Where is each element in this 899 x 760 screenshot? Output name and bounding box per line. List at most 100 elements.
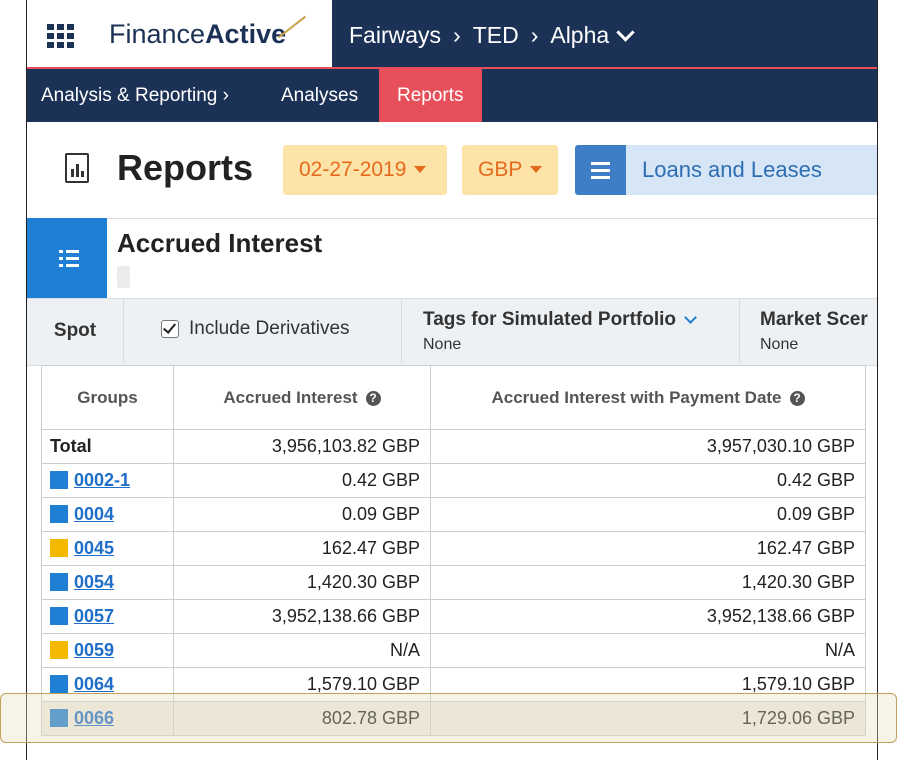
help-icon[interactable]: ? <box>789 390 805 406</box>
with-payment-cell: N/A <box>430 633 866 668</box>
with-payment-cell: 3,957,030.10 GBP <box>430 429 866 464</box>
group-cell: 0004 <box>41 497 174 532</box>
group-color-swatch <box>50 641 68 659</box>
with-payment-cell: 3,952,138.66 GBP <box>430 599 866 634</box>
market-scenario-label[interactable]: Market Scer <box>760 309 868 331</box>
table-row: 0064 1,579.10 GBP 1,579.10 GBP <box>41 667 866 702</box>
filters-bar: Spot Include Derivatives Tags for Simula… <box>27 298 877 366</box>
tags-filter-value: None <box>423 336 462 353</box>
accrued-cell: 1,579.10 GBP <box>173 667 431 702</box>
breadcrumb-item[interactable]: Fairways <box>349 22 441 48</box>
hamburger-icon <box>591 162 610 165</box>
caret-down-icon <box>414 166 427 173</box>
group-cell: 0054 <box>41 565 174 600</box>
app-frame: FinanceActive Fairways › TED › Alpha Analysi… <box>26 0 878 760</box>
column-header-accrued-interest[interactable]: Accrued Interest? <box>173 365 431 430</box>
tags-filter-label[interactable]: Tags for Simulated Portfolio <box>423 309 697 331</box>
with-payment-cell: 1,420.30 GBP <box>430 565 866 600</box>
group-color-swatch <box>50 675 68 693</box>
group-link[interactable]: 0054 <box>74 572 114 592</box>
market-scenario-value: None <box>760 336 799 353</box>
spot-tab[interactable]: Spot <box>27 299 124 363</box>
with-payment-cell: 1,579.10 GBP <box>430 667 866 702</box>
include-derivatives-label[interactable]: Include Derivatives <box>189 318 350 340</box>
table-row: 0059 N/A N/A <box>41 633 866 668</box>
group-cell: Total <box>41 429 174 464</box>
accrued-cell: 3,956,103.82 GBP <box>173 429 431 464</box>
breadcrumb: Fairways › TED › Alpha <box>349 22 635 49</box>
table-row-total: Total 3,956,103.82 GBP 3,957,030.10 GBP <box>41 429 866 464</box>
breadcrumb-item[interactable]: Alpha <box>550 22 609 48</box>
list-toggle-button[interactable] <box>27 218 107 298</box>
group-link[interactable]: 0057 <box>74 606 114 626</box>
accrued-cell: N/A <box>173 633 431 668</box>
report-chart-icon <box>65 153 89 183</box>
accrued-cell: 0.09 GBP <box>173 497 431 532</box>
breadcrumb-separator: › <box>530 22 539 48</box>
group-cell: 0059 <box>41 633 174 668</box>
group-link[interactable]: 0064 <box>74 674 114 694</box>
nav-tab-analyses[interactable]: Analyses <box>281 69 358 122</box>
group-color-swatch <box>50 573 68 591</box>
accrued-cell: 802.78 GBP <box>173 701 431 736</box>
accrued-cell: 3,952,138.66 GBP <box>173 599 431 634</box>
accrued-interest-table: Groups Accrued Interest? Accrued Interes… <box>41 365 866 736</box>
table-row: 0057 3,952,138.66 GBP 3,952,138.66 GBP <box>41 599 866 634</box>
page-title: Reports <box>117 147 254 188</box>
analysis-subtitle-placeholder <box>117 266 130 288</box>
date-dropdown[interactable]: 02-27-2019 <box>283 145 447 195</box>
group-cell: 0045 <box>41 531 174 566</box>
table-row: 0066 802.78 GBP 1,729.06 GBP <box>41 701 866 736</box>
filter-divider <box>401 299 402 363</box>
chevron-down-icon <box>684 311 697 324</box>
brand-logo[interactable]: FinanceActive <box>109 19 286 50</box>
breadcrumb-item[interactable]: TED <box>473 22 519 48</box>
group-link[interactable]: 0002-1 <box>74 470 130 490</box>
portfolio-selector[interactable]: Loans and Leases <box>626 145 877 195</box>
nav-tab-reports[interactable]: Reports <box>379 69 482 122</box>
group-link[interactable]: 0059 <box>74 640 114 660</box>
portfolio-menu-button[interactable] <box>575 145 626 195</box>
brand-light: Finance <box>109 19 206 49</box>
app-grid-icon[interactable] <box>47 24 74 48</box>
with-payment-cell: 162.47 GBP <box>430 531 866 566</box>
chevron-down-icon[interactable] <box>616 23 635 42</box>
table-row: 0004 0.09 GBP 0.09 GBP <box>41 497 866 532</box>
filter-divider <box>739 299 740 363</box>
group-color-swatch <box>50 505 68 523</box>
table-row: 0045 162.47 GBP 162.47 GBP <box>41 531 866 566</box>
nav-section-analysis-reporting[interactable]: Analysis & Reporting › <box>41 69 229 122</box>
analysis-title: Accrued Interest <box>117 228 323 258</box>
nav-bar: Analysis & Reporting › Analyses Reports <box>27 69 877 122</box>
breadcrumb-separator: › <box>453 22 461 48</box>
with-payment-cell: 0.09 GBP <box>430 497 866 532</box>
table-row: 0054 1,420.30 GBP 1,420.30 GBP <box>41 565 866 600</box>
column-header-accrued-interest-payment-date[interactable]: Accrued Interest with Payment Date? <box>430 365 866 430</box>
accrued-cell: 1,420.30 GBP <box>173 565 431 600</box>
group-color-swatch <box>50 607 68 625</box>
column-header-groups[interactable]: Groups <box>41 365 174 430</box>
group-link[interactable]: 0004 <box>74 504 114 524</box>
with-payment-cell: 0.42 GBP <box>430 463 866 498</box>
accrued-cell: 0.42 GBP <box>173 463 431 498</box>
help-icon[interactable]: ? <box>365 390 381 406</box>
group-color-swatch <box>50 471 68 489</box>
with-payment-cell: 1,729.06 GBP <box>430 701 866 736</box>
include-derivatives-checkbox[interactable] <box>161 320 179 338</box>
group-cell: 0002-1 <box>41 463 174 498</box>
group-color-swatch <box>50 709 68 727</box>
group-cell: 0057 <box>41 599 174 634</box>
group-cell: 0064 <box>41 667 174 702</box>
group-cell: 0066 <box>41 701 174 736</box>
currency-dropdown[interactable]: GBP <box>462 145 558 195</box>
reports-header: Reports 02-27-2019 GBP Loans and Leases <box>27 122 877 219</box>
brand-bold: Active <box>205 19 287 49</box>
currency-value: GBP <box>478 158 523 181</box>
logo-area: FinanceActive <box>27 0 332 69</box>
accrued-cell: 162.47 GBP <box>173 531 431 566</box>
group-link[interactable]: 0045 <box>74 538 114 558</box>
group-link[interactable]: 0066 <box>74 708 114 728</box>
table-row: 0002-1 0.42 GBP 0.42 GBP <box>41 463 866 498</box>
top-bar: FinanceActive Fairways › TED › Alpha <box>27 0 877 69</box>
group-color-swatch <box>50 539 68 557</box>
